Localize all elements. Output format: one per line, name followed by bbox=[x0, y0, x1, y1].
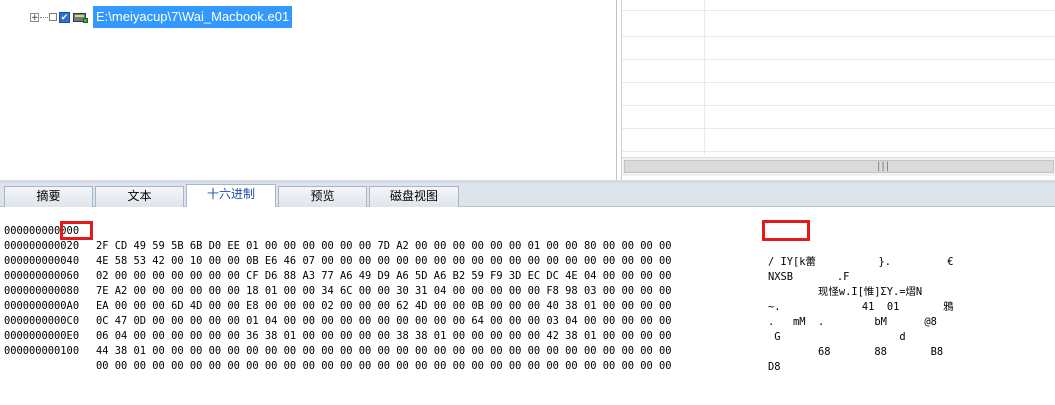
row-hex-bytes[interactable]: 4E 58 53 42 00 10 00 00 0B E6 46 07 00 0… bbox=[96, 254, 672, 269]
list-row-line bbox=[622, 105, 1055, 106]
list-row-line bbox=[622, 128, 1055, 129]
column-divider bbox=[704, 0, 705, 155]
hex-row: 0000000000C0 06 04 00 00 00 00 00 00 36 … bbox=[0, 299, 943, 357]
tab-text[interactable]: 文本 bbox=[95, 186, 184, 207]
drive-icon bbox=[73, 11, 89, 24]
row-hex-bytes[interactable]: 0C 47 0D 00 00 00 00 00 01 04 00 00 00 0… bbox=[96, 314, 672, 329]
hex-row: 000000000040 02 00 00 00 00 00 00 00 CF … bbox=[0, 239, 922, 297]
hex-row: 0000000000A0 0C 47 0D 00 00 00 00 00 01 … bbox=[0, 284, 906, 342]
list-row-line bbox=[622, 151, 1055, 152]
expand-icon[interactable]: + bbox=[30, 12, 39, 22]
row-ascii[interactable]: D8 bbox=[768, 360, 781, 375]
tree-connector bbox=[40, 16, 48, 18]
row-ascii[interactable]: 现怪w.I[惟]ΣY.=熠N bbox=[768, 285, 922, 300]
row-ascii[interactable]: 68 88 B8 bbox=[768, 345, 943, 360]
row-ascii[interactable]: G d bbox=[768, 330, 905, 345]
row-offset: 000000000100 bbox=[4, 345, 80, 358]
list-row-line bbox=[622, 59, 1055, 60]
row-hex-bytes[interactable]: 44 38 01 00 00 00 00 00 00 00 00 00 00 0… bbox=[96, 344, 672, 359]
signature-highlight-box bbox=[762, 220, 810, 241]
hex-row: 000000000080 EA 00 00 00 6D 4D 00 00 E8 … bbox=[0, 269, 937, 327]
tab-preview[interactable]: 预览 bbox=[278, 186, 367, 207]
file-list-pane: ||| bbox=[621, 0, 1055, 180]
row-ascii[interactable]: ~. 41 01 鴉 bbox=[768, 300, 954, 315]
row-hex-bytes[interactable]: 02 00 00 00 00 00 00 00 CF D6 88 A3 77 A… bbox=[96, 269, 672, 284]
row-hex-bytes[interactable]: 06 04 00 00 00 00 00 00 36 38 01 00 00 0… bbox=[96, 329, 672, 344]
evidence-tree-pane: + ✔ E:\meiyacup\7\Wai_Macbook.e01 bbox=[0, 0, 617, 180]
hex-row: 000000000020 4E 58 53 42 00 10 00 00 0B … bbox=[0, 224, 849, 282]
hex-row: 0000000000E0 44 38 01 00 00 00 00 00 00 … bbox=[0, 314, 781, 372]
list-row-line bbox=[622, 36, 1055, 37]
hex-row: 000000000060 7E A2 00 00 00 00 00 00 18 … bbox=[0, 254, 954, 312]
tab-hex[interactable]: 十六进制 bbox=[186, 184, 276, 207]
horizontal-scrollbar[interactable]: ||| bbox=[622, 157, 1055, 176]
item-checkbox[interactable]: ✔ bbox=[59, 11, 70, 23]
tab-summary[interactable]: 摘要 bbox=[4, 186, 93, 207]
tree-node-icon bbox=[49, 13, 57, 21]
row-ascii[interactable]: / IY[k蕾 }. € bbox=[768, 255, 954, 270]
row-ascii[interactable]: NXSB .F bbox=[768, 270, 849, 285]
hex-view[interactable]: 000000000000 2F CD 49 59 5B 6B D0 EE 01 … bbox=[0, 207, 1055, 373]
scrollbar-thumb[interactable] bbox=[624, 160, 1054, 173]
hex-row: 000000000000 2F CD 49 59 5B 6B D0 EE 01 … bbox=[0, 209, 954, 267]
evidence-file-label[interactable]: E:\meiyacup\7\Wai_Macbook.e01 bbox=[93, 6, 293, 28]
row-hex-bytes[interactable]: 7E A2 00 00 00 00 00 00 18 01 00 00 34 6… bbox=[96, 284, 672, 299]
tab-disk-view[interactable]: 磁盘视图 bbox=[369, 186, 459, 207]
list-row-line bbox=[622, 10, 1055, 11]
list-row-line bbox=[622, 82, 1055, 83]
scrollbar-grip-icon: ||| bbox=[877, 161, 891, 172]
hex-row: 000000000100 00 00 00 00 00 00 00 00 00 … bbox=[0, 329, 672, 372]
view-tab-bar: 摘要 文本 十六进制 预览 磁盘视图 bbox=[0, 183, 1055, 207]
row-hex-bytes[interactable]: EA 00 00 00 6D 4D 00 00 E8 00 00 00 02 0… bbox=[96, 299, 672, 314]
offset-highlight-box bbox=[60, 221, 93, 240]
row-hex-bytes[interactable]: 2F CD 49 59 5B 6B D0 EE 01 00 00 00 00 0… bbox=[96, 239, 672, 254]
evidence-tree-item[interactable]: + ✔ E:\meiyacup\7\Wai_Macbook.e01 bbox=[30, 6, 293, 28]
row-hex-bytes[interactable]: 00 00 00 00 00 00 00 00 00 00 00 00 00 0… bbox=[96, 359, 672, 374]
row-ascii[interactable]: . mM . bM @8 bbox=[768, 315, 937, 330]
